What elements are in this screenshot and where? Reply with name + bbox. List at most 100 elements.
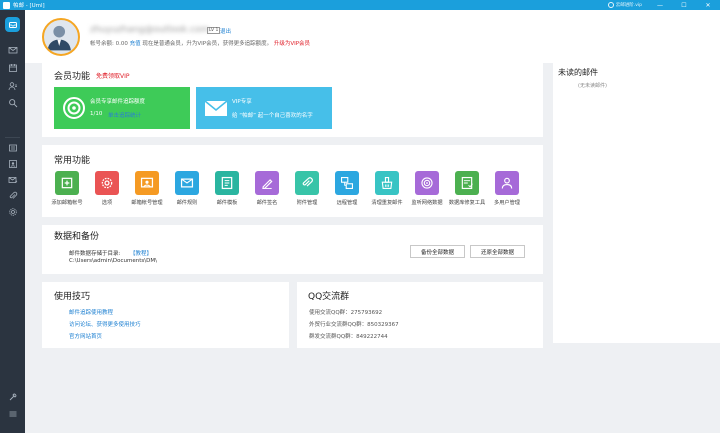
function-remote[interactable]: 远程管理	[328, 171, 366, 207]
tracking-icon	[63, 97, 85, 119]
maximize-button[interactable]: ☐	[672, 0, 696, 10]
vip-rename-tile[interactable]: VIP专享 给 “帕邮” 起一个自己喜欢的名字	[196, 87, 332, 129]
mail-rule-icon	[175, 171, 199, 195]
gear-icon	[95, 171, 119, 195]
contacts-icon[interactable]	[7, 80, 18, 91]
tip-link-forum[interactable]: 访问论坛、获得更多使用技巧	[69, 320, 141, 328]
function-label: 添加邮箱帐号	[51, 200, 83, 206]
tips-title: 使用技巧	[54, 292, 91, 302]
qq-group-usage: 使用交流QQ群：275793692	[309, 310, 383, 316]
backup-all-button[interactable]: 备份全部数据	[410, 245, 465, 258]
function-clean[interactable]: 清理重复邮件	[368, 171, 406, 207]
recharge-link[interactable]: 充值	[130, 41, 141, 47]
restore-all-button[interactable]: 还原全部数据	[470, 245, 525, 258]
storage-path-label: 邮件数据存储于目录:	[69, 251, 121, 257]
close-button[interactable]: ✕	[696, 0, 720, 10]
settings-icon[interactable]	[7, 206, 18, 217]
tracking-stats-link[interactable]: 单击追踪统计	[108, 111, 141, 119]
tip-link-homepage[interactable]: 官方网站首页	[69, 332, 102, 340]
tracking-count: 1/10	[90, 111, 103, 117]
function-label: 邮件规则	[176, 200, 198, 206]
home-icon[interactable]	[5, 17, 20, 32]
qq-group-mass-mail: 群发交流群QQ群：849222744	[309, 334, 388, 340]
left-rail	[0, 10, 25, 433]
clean-icon	[375, 171, 399, 195]
member-card: 会员功能 免费领取VIP 会员专享邮件追踪额度 1/10 单击追踪统计 VIP专…	[42, 63, 543, 137]
rail-divider	[5, 137, 20, 138]
template-icon	[215, 171, 239, 195]
tutorial-link[interactable]: 【教程】	[130, 249, 152, 257]
menu-icon[interactable]	[7, 408, 18, 419]
contact-card-icon[interactable]	[7, 158, 18, 169]
mail-send-icon[interactable]	[7, 174, 18, 185]
calendar-icon[interactable]	[7, 62, 18, 73]
avatar[interactable]	[42, 18, 80, 56]
minimize-button[interactable]: —	[648, 0, 672, 10]
search-icon[interactable]	[7, 97, 18, 108]
attachment-icon[interactable]	[7, 190, 18, 201]
tracking-quota-title: 会员专享邮件追踪额度	[90, 99, 146, 105]
app-logo-icon	[3, 1, 10, 9]
member-notice: 现在是普通会员，升为VIP会员，获得更多追踪额度。	[142, 41, 273, 47]
title-bar: 帕邮 - [Uml] 云邮进阶.vip — ☐ ✕	[0, 0, 720, 10]
function-label: 邮件模板	[216, 200, 238, 206]
function-label: 多用户管理	[494, 200, 520, 206]
function-attachment[interactable]: 附件管理	[288, 171, 326, 207]
vip-exclusive-title: VIP专享	[232, 99, 252, 105]
function-label: 邮件签名	[256, 200, 278, 206]
balance-value: 0.00	[115, 41, 128, 47]
function-signature[interactable]: 邮件签名	[248, 171, 286, 207]
function-monitor[interactable]: 监听网络数据	[408, 171, 446, 207]
function-label: 远程管理	[336, 200, 358, 206]
balance-label: 帐号余额:	[90, 41, 114, 47]
monitor-icon	[415, 171, 439, 195]
envelope-icon	[204, 100, 228, 116]
function-gear[interactable]: 选项	[88, 171, 126, 207]
remote-icon	[335, 171, 359, 195]
database-icon	[455, 171, 479, 195]
profile-header: zhuyuzhang@outlook.com LV 1 退出 帐号余额: 0.0…	[25, 10, 720, 63]
qq-title: QQ交流群	[308, 292, 350, 302]
function-users[interactable]: 多用户管理	[488, 171, 526, 207]
account-email: zhuyuzhang@outlook.com	[90, 25, 210, 35]
common-title: 常用功能	[54, 156, 91, 166]
function-label: 邮箱帐号管理	[131, 200, 163, 206]
storage-path: C:\Users\admin\Documents\DM\	[69, 258, 157, 264]
function-add-account[interactable]: 添加邮箱帐号	[48, 171, 86, 207]
tips-card: 使用技巧 邮件追踪使用教程 访问论坛、获得更多使用技巧 官方网站首页	[42, 282, 289, 348]
qq-group-card: QQ交流群 使用交流QQ群：275793692 外贸行业交流群QQ群：85032…	[297, 282, 543, 348]
function-account-manage[interactable]: 邮箱帐号管理	[128, 171, 166, 207]
attachment-icon	[295, 171, 319, 195]
function-label: 附件管理	[296, 200, 318, 206]
tracking-quota-tile[interactable]: 会员专享邮件追踪额度 1/10 单击追踪统计	[54, 87, 190, 129]
account-manage-icon	[135, 171, 159, 195]
tip-link-tracking-tutorial[interactable]: 邮件追踪使用教程	[69, 308, 113, 316]
account-info-line: 帐号余额: 0.00 充值 现在是普通会员，升为VIP会员，获得更多追踪额度。 …	[90, 39, 310, 47]
signature-icon	[255, 171, 279, 195]
mail-icon[interactable]	[7, 44, 18, 55]
window-title: 帕邮 - [Uml]	[13, 3, 45, 9]
vip-rename-desc: 给 “帕邮” 起一个自己喜欢的名字	[232, 113, 313, 119]
function-label: 选项	[101, 200, 113, 206]
tools-icon[interactable]	[7, 391, 18, 402]
backup-card: 数据和备份 邮件数据存储于目录: 【教程】 C:\Users\admin\Doc…	[42, 225, 543, 274]
function-mail-rule[interactable]: 邮件规则	[168, 171, 206, 207]
free-vip-link[interactable]: 免费领取VIP	[96, 71, 130, 80]
user-avatar-icon	[47, 25, 71, 51]
function-label: 监听网络数据	[411, 200, 443, 206]
function-database[interactable]: 数据库修复工具	[448, 171, 486, 207]
add-account-icon	[55, 171, 79, 195]
level-badge: LV 1	[207, 27, 221, 34]
unread-title: 未读的邮件	[558, 68, 598, 77]
function-template[interactable]: 邮件模板	[208, 171, 246, 207]
backup-title: 数据和备份	[54, 232, 100, 242]
folder-icon[interactable]	[7, 142, 18, 153]
logout-link[interactable]: 退出	[220, 27, 231, 35]
brand-icon	[607, 2, 614, 8]
brand-label: 云邮进阶.vip	[607, 2, 642, 8]
unread-empty: (无未读邮件)	[578, 83, 607, 89]
member-title: 会员功能	[54, 72, 91, 82]
function-label: 清理重复邮件	[371, 200, 403, 206]
upgrade-vip-link[interactable]: 升级为VIP会员	[274, 41, 310, 47]
users-icon	[495, 171, 519, 195]
